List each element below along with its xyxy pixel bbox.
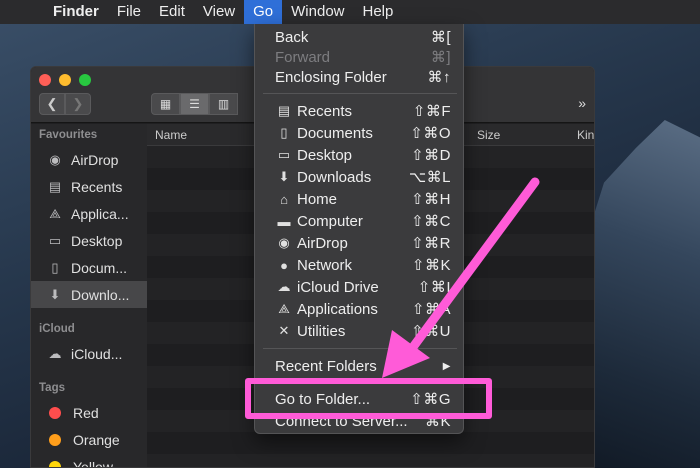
- annotation-arrow-icon: [382, 177, 540, 378]
